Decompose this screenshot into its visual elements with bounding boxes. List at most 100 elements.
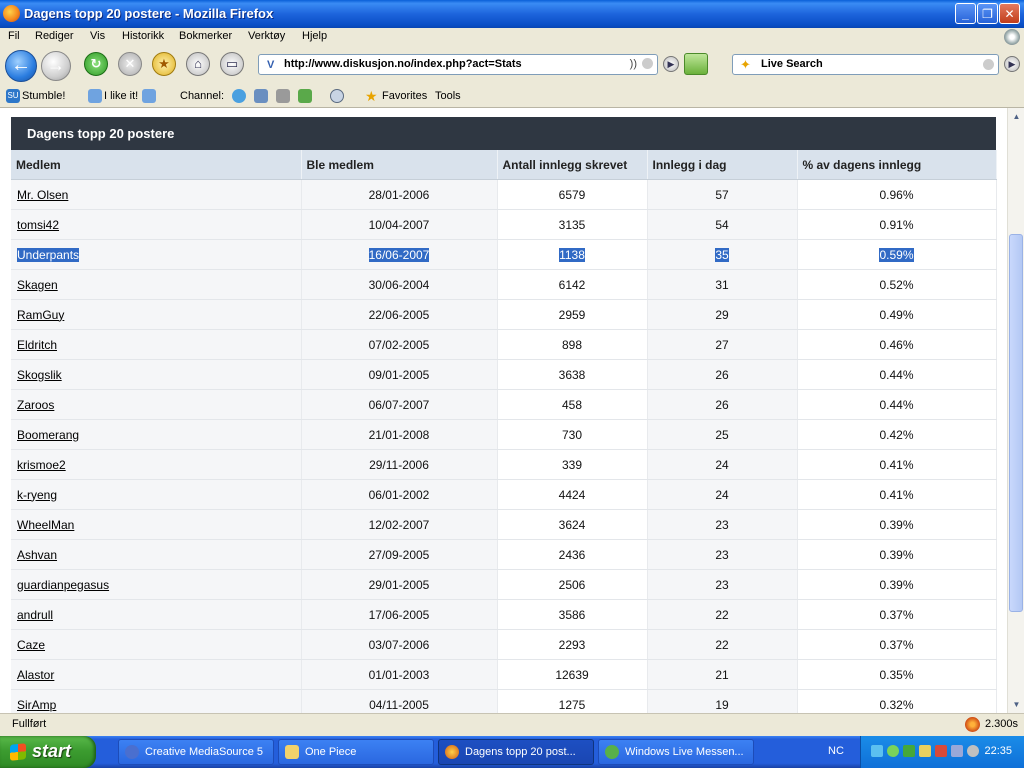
- menu-historikk[interactable]: Historikk: [122, 30, 164, 42]
- member-link[interactable]: Eldritch: [17, 338, 57, 352]
- minimize-button[interactable]: _: [955, 3, 976, 24]
- task-creative-mediasource[interactable]: Creative MediaSource 5: [118, 739, 274, 765]
- task-one-piece[interactable]: One Piece: [278, 739, 434, 765]
- search-go-icon[interactable]: ▶: [1004, 56, 1020, 72]
- channel-share-icon[interactable]: [298, 89, 312, 103]
- go-icon[interactable]: ▶: [663, 56, 679, 72]
- member-link[interactable]: WheelMan: [17, 518, 74, 532]
- search-icon[interactable]: [330, 89, 344, 103]
- tray-user-icon[interactable]: [919, 745, 931, 757]
- print-icon[interactable]: ▭: [220, 52, 244, 76]
- stumble-button[interactable]: Stumble!: [22, 90, 65, 102]
- menu-fil[interactable]: Fil: [8, 30, 20, 42]
- posts-today-cell: 22: [647, 629, 798, 660]
- member-link[interactable]: Mr. Olsen: [17, 188, 68, 202]
- menu-bokmerker[interactable]: Bokmerker: [179, 30, 232, 42]
- thumbs-up-icon[interactable]: [88, 89, 102, 103]
- security-icon[interactable]: [935, 745, 947, 757]
- volume-icon[interactable]: [951, 745, 963, 757]
- favorites-button[interactable]: Favorites: [382, 90, 427, 102]
- percent-today: 0.44%: [879, 397, 914, 412]
- tray-app-icon[interactable]: [887, 745, 899, 757]
- search-input[interactable]: Live Search: [761, 58, 823, 70]
- network-icon[interactable]: [871, 745, 883, 757]
- member-link[interactable]: tomsi42: [17, 218, 59, 232]
- scroll-down-icon[interactable]: ▼: [1009, 697, 1024, 712]
- start-button[interactable]: start: [0, 736, 96, 768]
- member-link[interactable]: Underpants: [17, 247, 80, 262]
- member-link[interactable]: RamGuy: [17, 308, 64, 322]
- total-posts: 3624: [558, 517, 586, 532]
- stop-icon[interactable]: ✕: [118, 52, 142, 76]
- forward-button[interactable]: →: [41, 51, 71, 81]
- clock: 22:35: [984, 745, 1012, 757]
- joined-date: 16/06-2007: [368, 247, 430, 262]
- screenshot-icon[interactable]: [684, 53, 708, 75]
- member-link[interactable]: k-ryeng: [17, 488, 57, 502]
- task-live-messenger[interactable]: Windows Live Messen...: [598, 739, 754, 765]
- menu-rediger[interactable]: Rediger: [35, 30, 74, 42]
- channel-video-icon[interactable]: [276, 89, 290, 103]
- member-link[interactable]: Alastor: [17, 668, 54, 682]
- table-row: Ashvan 27/09-2005 2436 23 0.39%: [11, 539, 997, 570]
- member-link[interactable]: Ashvan: [17, 548, 57, 562]
- joined-date: 27/09-2005: [368, 547, 430, 562]
- menu-hjelp[interactable]: Hjelp: [302, 30, 327, 42]
- task-firefox[interactable]: Dagens topp 20 post...: [438, 739, 594, 765]
- total-posts: 898: [561, 337, 583, 352]
- vertical-scrollbar[interactable]: ▲ ▼: [1007, 108, 1024, 713]
- member-cell: Boomerang: [11, 419, 302, 450]
- member-link[interactable]: guardianpegasus: [17, 578, 109, 592]
- tools-button[interactable]: Tools: [435, 90, 461, 102]
- thumbs-down-icon[interactable]: [142, 89, 156, 103]
- scrollbar-thumb[interactable]: [1009, 234, 1023, 612]
- address-url[interactable]: http://www.diskusjon.no/index.php?act=St…: [284, 58, 522, 70]
- member-link[interactable]: Skogslik: [17, 368, 62, 382]
- member-link[interactable]: SirAmp: [17, 698, 56, 712]
- mediasource-icon: [125, 745, 139, 759]
- history-dropdown-icon[interactable]: [642, 58, 653, 69]
- favorites-star-icon[interactable]: ★: [365, 89, 379, 103]
- language-indicator[interactable]: NC: [828, 745, 844, 757]
- channel-globe-icon[interactable]: [232, 89, 246, 103]
- member-link[interactable]: andrull: [17, 608, 53, 622]
- member-link[interactable]: Skagen: [17, 278, 58, 292]
- member-cell: tomsi42: [11, 209, 302, 240]
- total-posts-cell: 6142: [497, 269, 648, 300]
- tray-misc-icon[interactable]: [967, 745, 979, 757]
- bookmark-star-icon[interactable]: ★: [152, 52, 176, 76]
- rss-feed-icon[interactable]: )): [630, 58, 637, 70]
- percent-today: 0.37%: [879, 607, 914, 622]
- reload-icon[interactable]: ↻: [84, 52, 108, 76]
- percent-today-cell: 0.41%: [797, 449, 997, 480]
- scroll-up-icon[interactable]: ▲: [1009, 109, 1024, 124]
- table-row: Eldritch 07/02-2005 898 27 0.46%: [11, 329, 997, 360]
- total-posts-cell: 3624: [497, 509, 648, 540]
- total-posts-cell: 339: [497, 449, 648, 480]
- search-engine-dropdown-icon[interactable]: [983, 59, 994, 70]
- joined-date: 22/06-2005: [368, 307, 430, 322]
- total-posts: 2436: [558, 547, 586, 562]
- search-box[interactable]: ✦ Live Search: [732, 54, 999, 75]
- member-link[interactable]: krismoe2: [17, 458, 66, 472]
- maximize-button[interactable]: ❐: [977, 3, 998, 24]
- like-button[interactable]: I like it!: [104, 90, 138, 102]
- table-row: SirAmp 04/11-2005 1275 19 0.32%: [11, 689, 997, 713]
- back-button[interactable]: ←: [5, 50, 37, 82]
- channel-photo-icon[interactable]: [254, 89, 268, 103]
- addon-status-icon[interactable]: [965, 717, 980, 732]
- col-header-percent-today: % av dagens innlegg: [797, 150, 997, 180]
- menu-verktoy[interactable]: Verktøy: [248, 30, 285, 42]
- member-cell: k-ryeng: [11, 479, 302, 510]
- tray-messenger-icon[interactable]: [903, 745, 915, 757]
- total-posts: 1138: [559, 247, 585, 262]
- home-icon[interactable]: ⌂: [186, 52, 210, 76]
- member-link[interactable]: Caze: [17, 638, 45, 652]
- menu-vis[interactable]: Vis: [90, 30, 105, 42]
- folder-icon: [285, 745, 299, 759]
- close-button[interactable]: ✕: [999, 3, 1020, 24]
- member-link[interactable]: Boomerang: [17, 428, 79, 442]
- member-link[interactable]: Zaroos: [17, 398, 54, 412]
- window-title-bar[interactable]: Dagens topp 20 postere - Mozilla Firefox…: [0, 0, 1024, 28]
- address-bar[interactable]: V http://www.diskusjon.no/index.php?act=…: [258, 54, 658, 75]
